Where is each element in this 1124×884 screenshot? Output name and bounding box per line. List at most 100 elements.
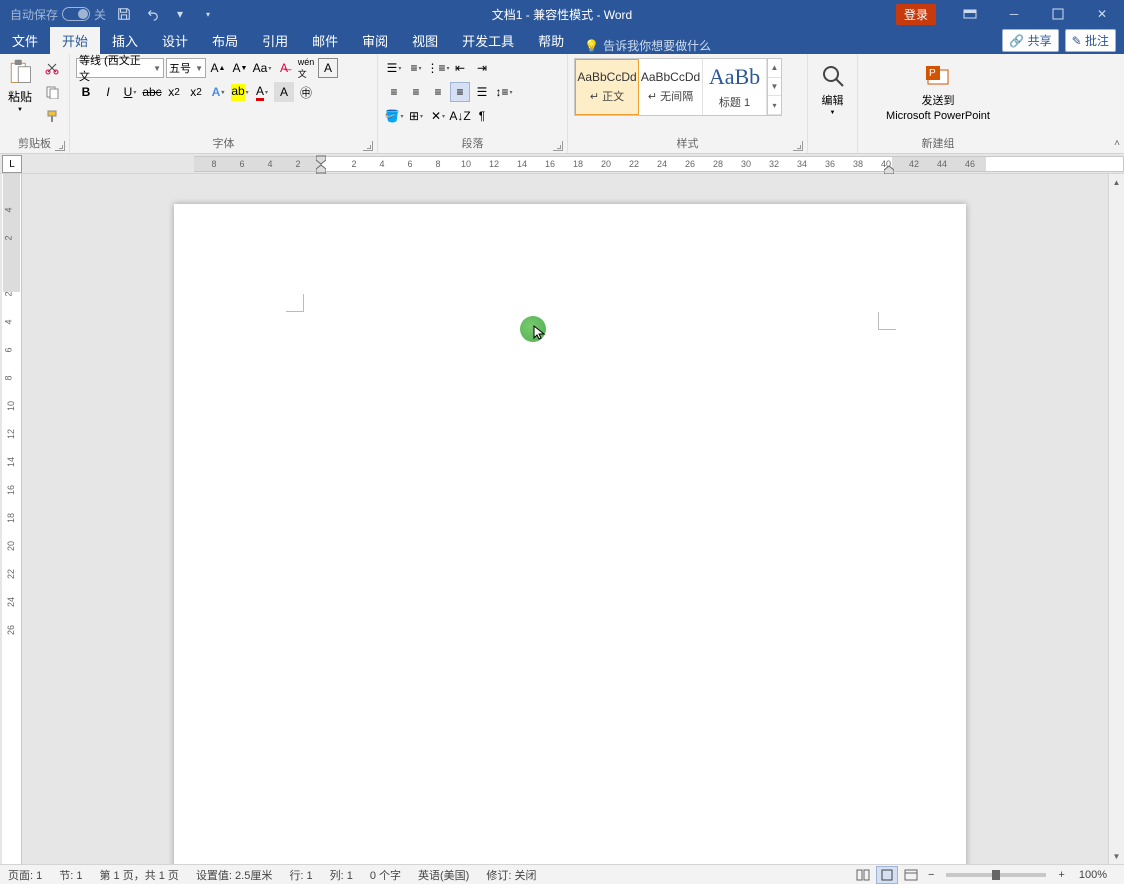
style-no-spacing[interactable]: AaBbCcDd ↵ 无间隔	[639, 59, 703, 115]
tab-mailings[interactable]: 邮件	[300, 27, 350, 54]
style-normal[interactable]: AaBbCcDd ↵ 正文	[575, 59, 639, 115]
zoom-in-button[interactable]: +	[1054, 869, 1068, 881]
font-dialog-launcher[interactable]	[363, 141, 373, 151]
page[interactable]	[174, 204, 966, 864]
italic-button[interactable]: I	[98, 82, 118, 102]
change-case-button[interactable]: Aa▾	[252, 58, 272, 78]
tab-insert[interactable]: 插入	[100, 27, 150, 54]
minimize-button[interactable]: ─	[992, 0, 1036, 28]
status-language[interactable]: 英语(美国)	[410, 867, 478, 883]
tab-review[interactable]: 审阅	[350, 27, 400, 54]
increase-indent-button[interactable]: ⇥	[472, 58, 492, 78]
scroll-down-button[interactable]: ▼	[1109, 848, 1124, 864]
status-page[interactable]: 页面: 1	[0, 867, 51, 883]
enclose-char-button[interactable]: ㊥	[296, 82, 316, 102]
align-center-button[interactable]: ≡	[406, 82, 426, 102]
tab-help[interactable]: 帮助	[526, 27, 576, 54]
vertical-scrollbar[interactable]: ▲ ▼	[1108, 174, 1124, 864]
maximize-button[interactable]	[1036, 0, 1080, 28]
tab-developer[interactable]: 开发工具	[450, 27, 526, 54]
style-heading1[interactable]: AaBb 标题 1	[703, 59, 767, 115]
status-section[interactable]: 节: 1	[51, 867, 91, 883]
web-layout-button[interactable]	[900, 866, 922, 884]
paste-button[interactable]: 粘贴 ▼	[6, 58, 34, 126]
zoom-out-button[interactable]: −	[924, 869, 938, 881]
read-mode-button[interactable]	[852, 866, 874, 884]
send-to-powerpoint-button[interactable]: P 发送到 Microsoft PowerPoint	[864, 58, 1012, 126]
ribbon-display-button[interactable]	[948, 0, 992, 28]
find-button[interactable]: 编辑 ▼	[814, 58, 851, 120]
line-spacing-button[interactable]: ↕≡▾	[494, 82, 514, 102]
strikethrough-button[interactable]: abc	[142, 82, 162, 102]
vertical-ruler[interactable]: 422468101214161820222426	[2, 174, 22, 864]
distribute-button[interactable]: ☰	[472, 82, 492, 102]
status-track[interactable]: 修订: 关闭	[478, 867, 545, 883]
subscript-button[interactable]: x2	[164, 82, 184, 102]
qat-customize[interactable]: ▾	[198, 4, 218, 24]
zoom-level[interactable]: 100%	[1071, 869, 1116, 881]
bullets-button[interactable]: ☰▾	[384, 58, 404, 78]
undo-button[interactable]	[142, 4, 162, 24]
tab-layout[interactable]: 布局	[200, 27, 250, 54]
font-name-combo[interactable]: 等线 (西文正文▼	[76, 58, 164, 78]
tab-file[interactable]: 文件	[0, 27, 50, 54]
share-button[interactable]: 🔗 共享	[1002, 29, 1058, 52]
char-border-button[interactable]: A	[318, 58, 338, 78]
styles-gallery[interactable]: AaBbCcDd ↵ 正文 AaBbCcDd ↵ 无间隔 AaBb 标题 1 ▲…	[574, 58, 782, 116]
underline-button[interactable]: U▾	[120, 82, 140, 102]
comments-button[interactable]: ✎ 批注	[1065, 29, 1116, 52]
document-canvas[interactable]	[22, 174, 1124, 864]
format-painter-button[interactable]	[42, 106, 62, 126]
undo-dropdown[interactable]: ▾	[170, 4, 190, 24]
collapse-ribbon-button[interactable]: ˄	[1114, 138, 1120, 149]
tab-home[interactable]: 开始	[50, 27, 100, 54]
decrease-indent-button[interactable]: ⇤	[450, 58, 470, 78]
char-shading-button[interactable]: A	[274, 82, 294, 102]
tell-me-search[interactable]: 💡 告诉我你想要做什么	[584, 37, 711, 54]
phonetic-guide-button[interactable]: wén文	[296, 58, 316, 78]
multilevel-button[interactable]: ⋮≡▾	[428, 58, 448, 78]
highlight-button[interactable]: ab▾	[230, 82, 250, 102]
align-right-button[interactable]: ≡	[428, 82, 448, 102]
zoom-slider[interactable]	[946, 873, 1046, 877]
print-layout-button[interactable]	[876, 866, 898, 884]
asian-layout-button[interactable]: ✕▾	[428, 106, 448, 126]
align-justify-button[interactable]: ≡	[450, 82, 470, 102]
align-left-button[interactable]: ≡	[384, 82, 404, 102]
horizontal-ruler[interactable]: 8642246810121416182022242628303234363840…	[22, 154, 1124, 173]
grow-font-button[interactable]: A▲	[208, 58, 228, 78]
tab-view[interactable]: 视图	[400, 27, 450, 54]
login-button[interactable]: 登录	[896, 4, 936, 25]
tab-design[interactable]: 设计	[150, 27, 200, 54]
status-words[interactable]: 0 个字	[362, 867, 410, 883]
autosave-toggle[interactable]: 自动保存 关	[10, 6, 106, 23]
styles-dialog-launcher[interactable]	[793, 141, 803, 151]
status-line[interactable]: 行: 1	[281, 867, 321, 883]
cut-button[interactable]	[42, 58, 62, 78]
close-button[interactable]: ✕	[1080, 0, 1124, 28]
tab-references[interactable]: 引用	[250, 27, 300, 54]
text-effects-button[interactable]: A▾	[208, 82, 228, 102]
ruler-area: L 86422468101214161820222426283032343638…	[0, 154, 1124, 174]
tab-selector[interactable]: L	[2, 155, 22, 173]
paragraph-dialog-launcher[interactable]	[553, 141, 563, 151]
font-color-button[interactable]: A▾	[252, 82, 272, 102]
shrink-font-button[interactable]: A▼	[230, 58, 250, 78]
status-setting[interactable]: 设置值: 2.5厘米	[188, 867, 281, 883]
styles-scroll[interactable]: ▲▼▾	[767, 59, 781, 115]
borders-button[interactable]: ⊞▾	[406, 106, 426, 126]
scroll-up-button[interactable]: ▲	[1109, 174, 1124, 190]
status-pages[interactable]: 第 1 页，共 1 页	[91, 867, 187, 883]
bold-button[interactable]: B	[76, 82, 96, 102]
font-size-combo[interactable]: 五号▼	[166, 58, 206, 78]
shading-button[interactable]: 🪣▾	[384, 106, 404, 126]
sort-button[interactable]: A↓Z	[450, 106, 470, 126]
copy-button[interactable]	[42, 82, 62, 102]
save-button[interactable]	[114, 4, 134, 24]
numbering-button[interactable]: ≡▾	[406, 58, 426, 78]
clear-format-button[interactable]: A̶	[274, 58, 294, 78]
show-marks-button[interactable]: ¶	[472, 106, 492, 126]
clipboard-dialog-launcher[interactable]	[55, 141, 65, 151]
superscript-button[interactable]: x2	[186, 82, 206, 102]
status-col[interactable]: 列: 1	[322, 867, 362, 883]
